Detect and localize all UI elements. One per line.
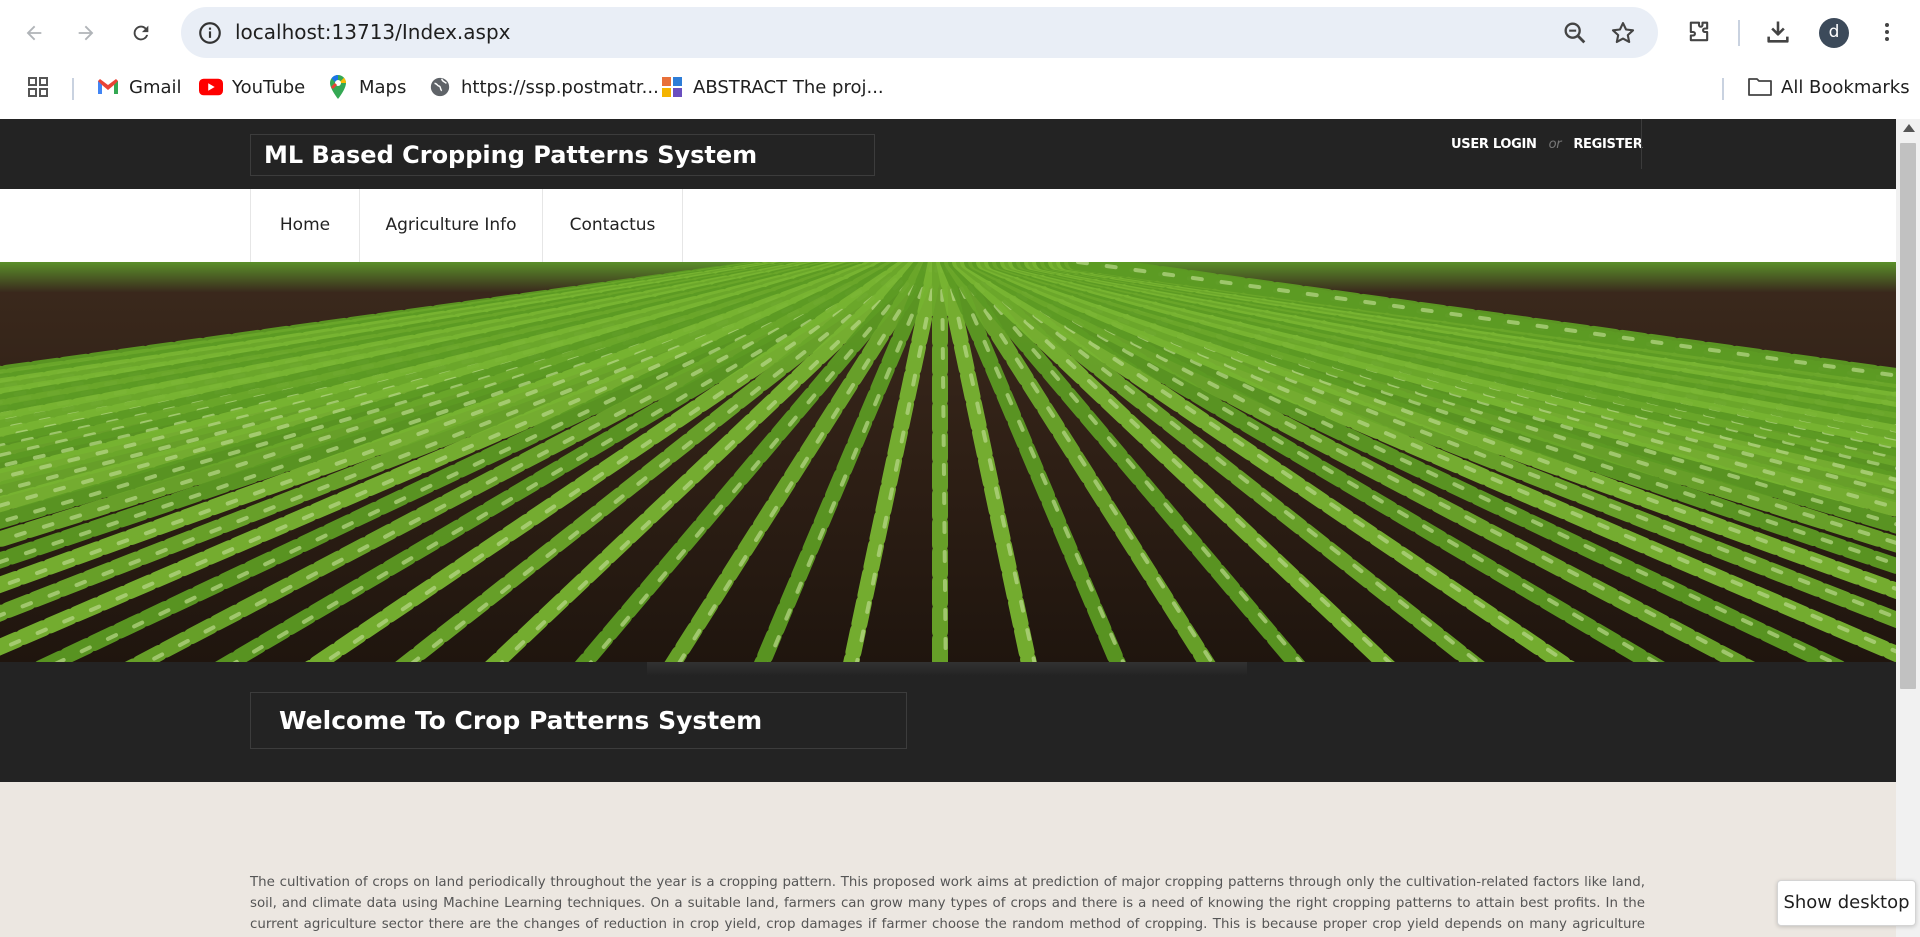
toolbar-divider xyxy=(1738,20,1740,46)
bookmark-label: Maps xyxy=(359,76,407,98)
bookmarks-divider xyxy=(1722,78,1724,100)
site-title[interactable]: ML Based Cropping Patterns System xyxy=(250,134,875,176)
page-viewport: ML Based Cropping Patterns System USER L… xyxy=(0,119,1896,937)
arrow-right-icon xyxy=(78,25,94,41)
hero-banner-image xyxy=(0,262,1896,662)
crop-field-image xyxy=(0,262,1896,662)
browser-chrome: localhost:13713/Index.aspx d Gmail YouTu… xyxy=(0,0,1920,119)
register-link[interactable]: REGISTER xyxy=(1573,137,1642,152)
forward-button[interactable] xyxy=(67,14,105,52)
scroll-up-arrow-icon[interactable] xyxy=(1903,124,1915,132)
show-desktop-tooltip: Show desktop xyxy=(1777,880,1916,926)
globe-icon xyxy=(428,75,452,99)
bookmark-ssp[interactable]: https://ssp.postmatr... xyxy=(428,72,659,102)
main-nav: Home Agriculture Info Contactus xyxy=(0,189,1896,262)
welcome-section: Welcome To Crop Patterns System xyxy=(0,662,1896,782)
url-text[interactable]: localhost:13713/Index.aspx xyxy=(235,7,511,58)
reload-icon xyxy=(133,25,149,41)
back-button[interactable] xyxy=(15,14,53,52)
hero-shadow xyxy=(647,662,1247,676)
apps-grid-icon xyxy=(28,77,48,97)
profile-avatar[interactable]: d xyxy=(1819,18,1849,48)
puzzle-icon xyxy=(1689,21,1709,42)
bookmarks-bar: Gmail YouTube Maps https://ssp.postmatr.… xyxy=(0,66,1920,109)
youtube-icon xyxy=(199,75,223,99)
page-scrollbar[interactable] xyxy=(1896,119,1920,937)
intro-paragraph: The cultivation of crops on land periodi… xyxy=(250,875,1645,932)
nav-agriculture-info[interactable]: Agriculture Info xyxy=(359,189,542,262)
nav-home[interactable]: Home xyxy=(250,189,359,262)
bookmark-label: ABSTRACT The proj... xyxy=(693,76,884,98)
all-bookmarks-button[interactable]: All Bookmarks xyxy=(1748,72,1910,102)
download-icon xyxy=(1767,21,1789,43)
bookmark-youtube[interactable]: YouTube xyxy=(199,72,305,102)
reload-button[interactable] xyxy=(122,14,160,52)
browser-menu-button[interactable] xyxy=(1870,15,1904,49)
address-bar[interactable]: localhost:13713/Index.aspx xyxy=(181,7,1658,58)
nav-contactus[interactable]: Contactus xyxy=(542,189,683,262)
info-icon[interactable] xyxy=(197,20,223,46)
apps-button[interactable] xyxy=(26,72,50,102)
bookmarks-divider xyxy=(72,78,74,100)
bookmark-abstract[interactable]: ABSTRACT The proj... xyxy=(660,72,884,102)
bookmark-label: YouTube xyxy=(232,76,306,98)
browser-toolbar: localhost:13713/Index.aspx d xyxy=(0,0,1920,66)
folder-icon xyxy=(1748,75,1772,99)
maps-icon xyxy=(326,75,350,99)
bookmark-label: https://ssp.postmatr... xyxy=(461,76,659,98)
or-text: or xyxy=(1548,137,1562,152)
more-vertical-icon xyxy=(1885,23,1889,41)
scroll-thumb[interactable] xyxy=(1900,143,1916,689)
all-bookmarks-label: All Bookmarks xyxy=(1781,76,1910,98)
header-divider xyxy=(1641,119,1642,169)
bookmark-star-icon[interactable] xyxy=(1609,19,1637,47)
welcome-heading: Welcome To Crop Patterns System xyxy=(250,692,907,749)
user-login-link[interactable]: USER LOGIN xyxy=(1451,137,1537,152)
document-icon xyxy=(660,75,684,99)
auth-links: USER LOGIN or REGISTER xyxy=(1451,137,1643,152)
site-header: ML Based Cropping Patterns System USER L… xyxy=(0,119,1896,189)
bookmark-label: Gmail xyxy=(129,76,182,98)
bookmark-gmail[interactable]: Gmail xyxy=(96,72,182,102)
bookmark-maps[interactable]: Maps xyxy=(326,72,406,102)
extensions-button[interactable] xyxy=(1682,15,1716,49)
gmail-icon xyxy=(96,75,120,99)
downloads-button[interactable] xyxy=(1761,15,1795,49)
arrow-left-icon xyxy=(26,25,42,41)
zoom-icon[interactable] xyxy=(1561,19,1589,47)
